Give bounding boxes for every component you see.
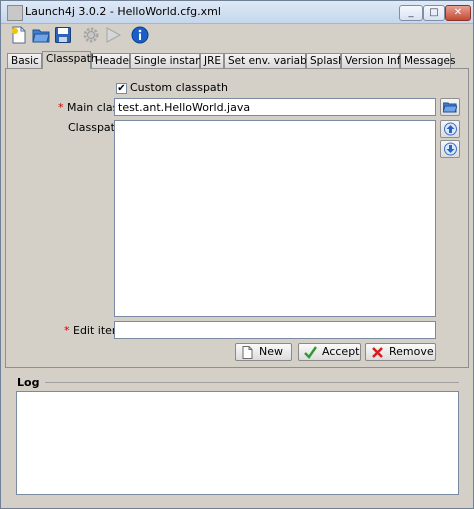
title-bar[interactable]: Launch4j 3.0.2 - HelloWorld.cfg.xml _ □ … — [1, 1, 473, 24]
custom-classpath-checkbox[interactable]: ✔ — [116, 83, 127, 94]
arrow-down-icon — [444, 142, 457, 156]
gear-icon[interactable] — [82, 26, 100, 44]
tab-set-env-variables[interactable]: Set env. variables — [224, 53, 322, 68]
required-mark: * — [58, 101, 64, 114]
classpath-list[interactable] — [114, 120, 436, 317]
info-icon[interactable] — [131, 26, 149, 44]
tab-basic[interactable]: Basic — [7, 53, 42, 68]
checkmark-icon — [304, 346, 317, 359]
move-down-button[interactable] — [440, 140, 460, 158]
remove-button[interactable]: Remove — [365, 343, 436, 361]
check-icon: ✔ — [117, 83, 126, 94]
window-title: Launch4j 3.0.2 - HelloWorld.cfg.xml — [25, 5, 221, 18]
accept-button[interactable]: Accept — [298, 343, 361, 361]
log-textarea[interactable] — [16, 391, 459, 495]
maximize-button[interactable]: □ — [423, 5, 445, 21]
close-button[interactable]: ✕ — [445, 5, 471, 21]
toolbar — [1, 24, 473, 48]
edit-item-input[interactable] — [114, 321, 436, 339]
new-document-icon[interactable] — [10, 26, 28, 44]
tab-splash[interactable]: Splash — [306, 53, 345, 68]
run-icon[interactable] — [104, 26, 122, 44]
tab-classpath[interactable]: Classpath — [42, 51, 98, 69]
tab-version-info[interactable]: Version Info — [341, 53, 407, 68]
minimize-icon: _ — [408, 7, 414, 18]
new-document-icon — [242, 346, 253, 359]
maximize-icon: □ — [429, 7, 439, 18]
new-button[interactable]: New — [235, 343, 292, 361]
log-divider — [45, 382, 459, 383]
tab-single-instance[interactable]: Single instance — [130, 53, 214, 68]
log-title: Log — [17, 376, 40, 389]
tab-jre[interactable]: JRE — [200, 53, 224, 68]
app-icon — [7, 5, 23, 21]
save-icon[interactable] — [54, 26, 72, 44]
open-folder-icon[interactable] — [32, 26, 50, 44]
close-icon: ✕ — [453, 7, 463, 18]
custom-classpath-label: Custom classpath — [130, 81, 228, 94]
move-up-button[interactable] — [440, 120, 460, 138]
delete-icon — [372, 347, 383, 358]
browse-main-class-button[interactable] — [440, 98, 460, 116]
arrow-up-icon — [444, 122, 457, 136]
tab-messages[interactable]: Messages — [400, 53, 456, 68]
minimize-button[interactable]: _ — [399, 5, 423, 21]
main-class-input[interactable]: test.ant.HelloWorld.java — [114, 98, 436, 116]
app-window: Launch4j 3.0.2 - HelloWorld.cfg.xml _ □ … — [0, 0, 474, 509]
classpath-panel: ✔ Custom classpath * Main class: test.an… — [5, 68, 469, 368]
open-folder-icon — [443, 102, 457, 113]
